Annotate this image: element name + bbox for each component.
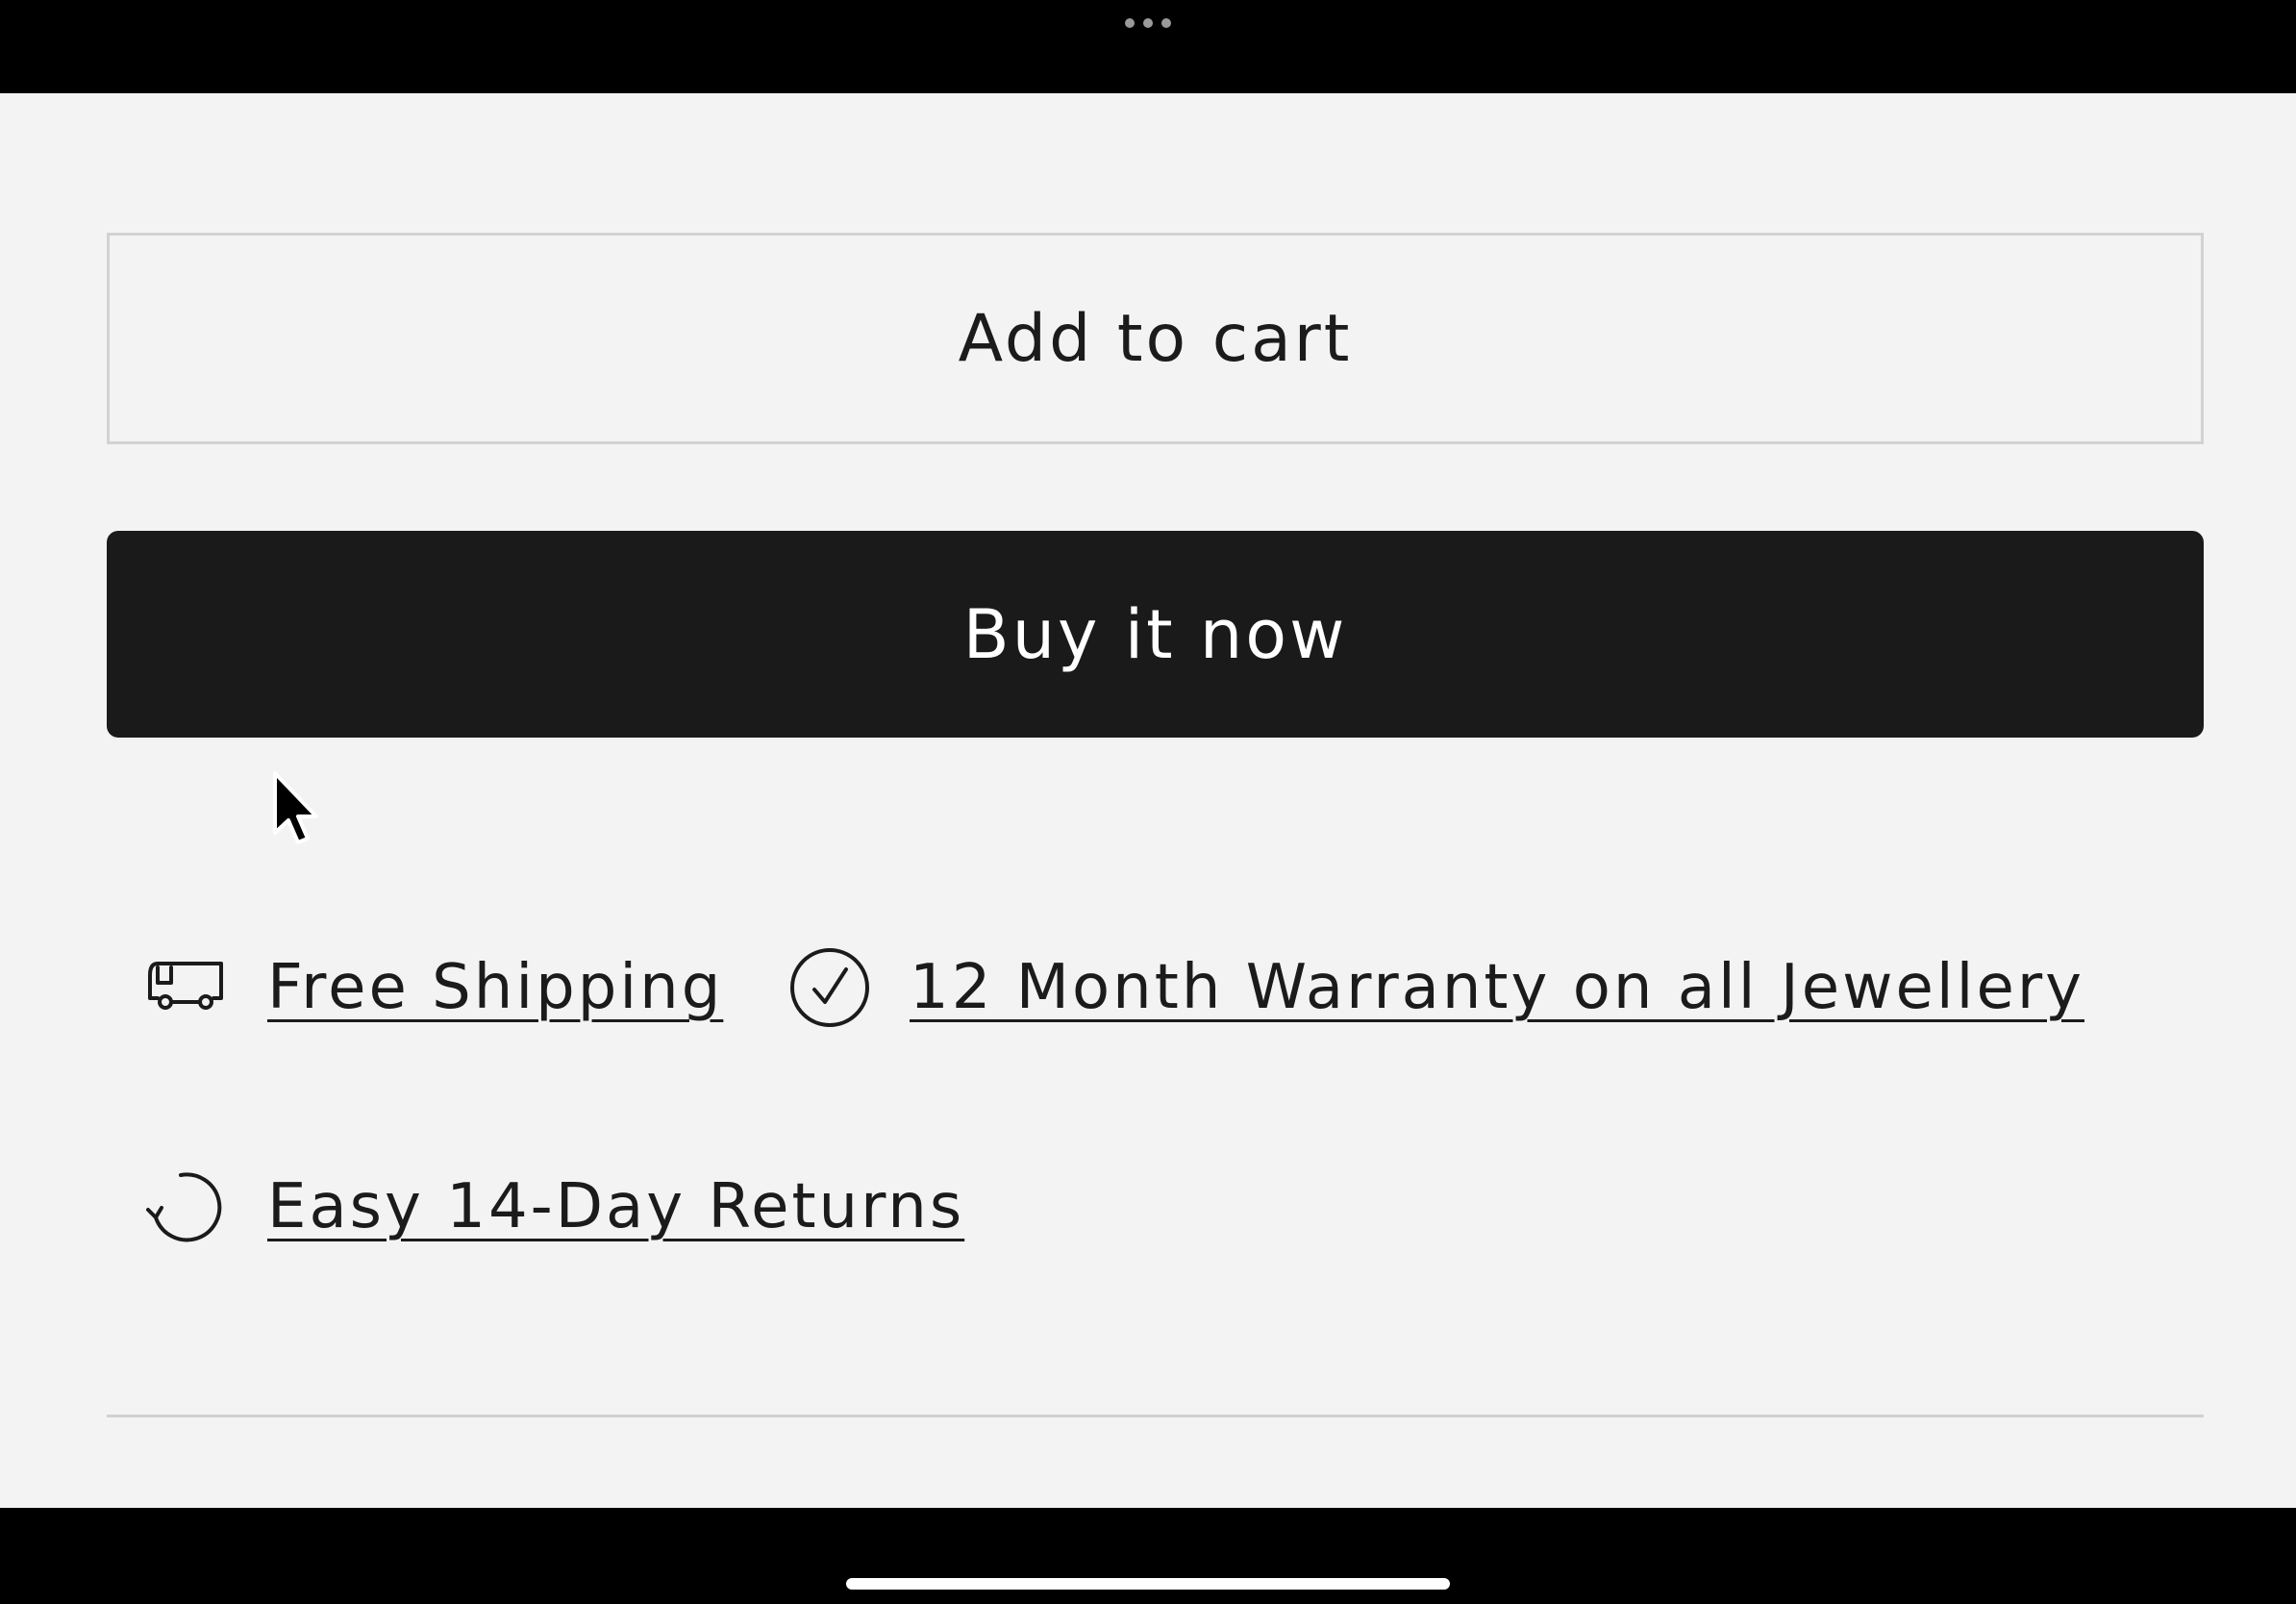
easy-returns-label[interactable]: Easy 14-Day Returns: [267, 1171, 964, 1242]
mouse-pointer-icon: [273, 771, 318, 844]
return-arrow-icon: [144, 1165, 227, 1248]
warranty-label[interactable]: 12 Month Warranty on all Jewellery: [910, 952, 2084, 1023]
warranty-link[interactable]: 12 Month Warranty on all Jewellery: [788, 940, 2084, 1036]
buy-it-now-button[interactable]: Buy it now: [107, 531, 2204, 738]
multitasking-menu-icon[interactable]: [1125, 17, 1171, 29]
home-bar-area: [0, 1508, 2296, 1604]
home-indicator[interactable]: [846, 1578, 1450, 1590]
delivery-truck-icon: [144, 954, 227, 1021]
product-purchase-section: Add to cart Buy it now Free Shipping 12 …: [0, 93, 2296, 1508]
add-to-cart-button[interactable]: Add to cart: [107, 233, 2204, 444]
checkmark-circle-icon: [788, 946, 871, 1029]
easy-returns-link[interactable]: Easy 14-Day Returns: [144, 1159, 964, 1255]
free-shipping-label[interactable]: Free Shipping: [267, 952, 723, 1023]
section-divider: [107, 1415, 2204, 1417]
device-screen: Add to cart Buy it now Free Shipping 12 …: [0, 0, 2296, 1604]
status-bar: [0, 0, 2296, 93]
free-shipping-link[interactable]: Free Shipping: [144, 940, 723, 1036]
